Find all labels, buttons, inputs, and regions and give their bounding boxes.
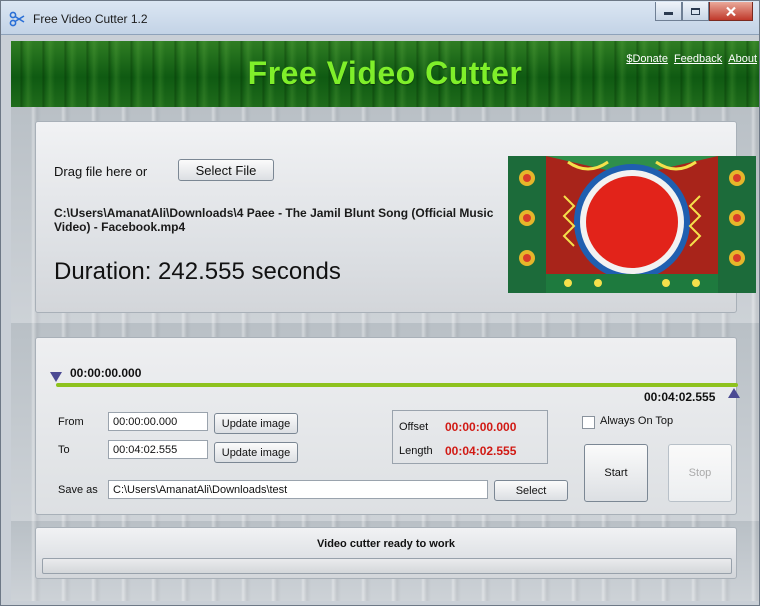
to-label: To xyxy=(58,444,70,456)
end-marker-handle[interactable] xyxy=(728,388,740,398)
save-as-label: Save as xyxy=(58,484,98,496)
status-panel: Video cutter ready to work xyxy=(35,527,737,579)
header-banner: Free Video Cutter $Donate Feedback About xyxy=(11,41,759,107)
scissors-icon xyxy=(9,11,25,27)
select-output-button[interactable]: Select xyxy=(494,480,568,501)
video-thumbnail xyxy=(508,156,756,293)
window-title: Free Video Cutter 1.2 xyxy=(33,12,148,26)
stop-button[interactable]: Stop xyxy=(668,444,732,502)
file-path: C:\Users\AmanatAli\Downloads\4 Paee - Th… xyxy=(54,206,494,234)
duration-label: Duration: 242.555 seconds xyxy=(54,258,341,285)
start-marker-handle[interactable] xyxy=(50,372,62,382)
maximize-button[interactable] xyxy=(682,2,709,21)
offset-length-box: Offset 00:00:00.000 Length 00:04:02.555 xyxy=(392,410,548,464)
thumbnail-art xyxy=(508,156,756,293)
update-image-to-button[interactable]: Update image xyxy=(214,442,298,463)
update-image-from-button[interactable]: Update image xyxy=(214,413,298,434)
cut-panel: 00:00:00.000 00:04:02.555 From Update im… xyxy=(35,337,740,515)
maximize-icon xyxy=(691,7,700,15)
file-section: Drag file here or Select File C:\Users\A… xyxy=(11,107,759,323)
to-input[interactable] xyxy=(108,440,208,459)
status-message: Video cutter ready to work xyxy=(317,538,455,550)
offset-value: 00:00:00.000 xyxy=(445,420,517,434)
app-window: Free Video Cutter 1.2 Free Video Cutter … xyxy=(0,0,760,606)
window-controls xyxy=(655,2,753,21)
status-section: Video cutter ready to work xyxy=(11,521,759,601)
offset-label: Offset xyxy=(399,421,429,433)
about-link[interactable]: About xyxy=(728,53,757,65)
from-input[interactable] xyxy=(108,412,208,431)
length-value: 00:04:02.555 xyxy=(445,444,517,458)
select-file-button[interactable]: Select File xyxy=(178,159,274,181)
always-on-top-label: Always On Top xyxy=(600,415,674,427)
file-panel[interactable]: Drag file here or Select File C:\Users\A… xyxy=(35,121,756,313)
close-button[interactable] xyxy=(709,2,753,21)
timeline-bar[interactable] xyxy=(56,383,738,387)
minimize-icon xyxy=(664,12,673,15)
minimize-button[interactable] xyxy=(655,2,682,21)
start-button[interactable]: Start xyxy=(584,444,648,502)
save-as-input[interactable] xyxy=(108,480,488,499)
feedback-link[interactable]: Feedback xyxy=(674,53,722,65)
donate-link[interactable]: $Donate xyxy=(626,53,668,65)
close-icon xyxy=(726,6,736,16)
length-label: Length xyxy=(399,445,433,457)
timeline-start-time: 00:00:00.000 xyxy=(70,366,142,380)
title-bar[interactable]: Free Video Cutter 1.2 xyxy=(1,1,759,35)
progress-bar xyxy=(42,558,732,574)
timeline-end-time: 00:04:02.555 xyxy=(644,390,716,404)
from-label: From xyxy=(58,416,84,428)
cut-section: 00:00:00.000 00:04:02.555 From Update im… xyxy=(11,323,759,521)
banner-links: $Donate Feedback About xyxy=(626,53,757,65)
drag-label: Drag file here or xyxy=(54,164,148,179)
always-on-top-checkbox[interactable] xyxy=(582,416,595,429)
